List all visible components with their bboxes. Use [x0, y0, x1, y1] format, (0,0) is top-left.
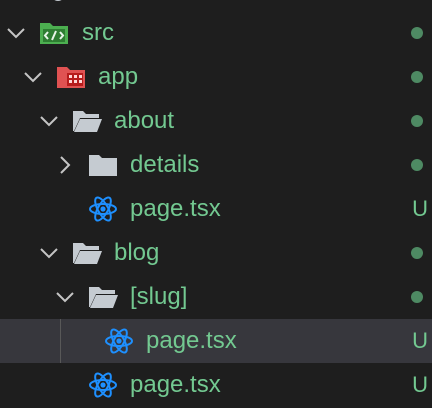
tree-item-about-page-tsx[interactable]: page.tsx U	[0, 187, 432, 231]
react-icon	[89, 372, 117, 398]
tree-item-label: src	[82, 19, 114, 46]
tree-item-src[interactable]: src	[0, 11, 432, 55]
git-status-modified	[400, 143, 432, 187]
tree-item-label: page.tsx	[146, 327, 237, 354]
tree-item-label: app	[98, 63, 139, 90]
tree-item-label: [slug]	[130, 283, 188, 310]
git-status-modified	[400, 11, 432, 55]
tree-item-label: details	[130, 151, 200, 178]
git-dot-icon	[411, 159, 423, 171]
src-folder-icon	[40, 23, 68, 44]
file-explorer-tree: src app about details page.tsx U blog [s…	[0, 0, 432, 408]
git-status-modified	[400, 275, 432, 319]
folder-closed-icon	[89, 155, 117, 176]
chevron-down-icon[interactable]	[37, 241, 61, 265]
git-untracked-badge: U	[412, 328, 428, 353]
tree-item-slug-page-tsx[interactable]: page.tsx U	[0, 319, 432, 363]
folder-open-icon	[73, 111, 102, 132]
tree-item-blog[interactable]: blog	[0, 231, 432, 275]
git-untracked-badge: U	[412, 196, 428, 221]
chevron-down-icon[interactable]	[21, 65, 45, 89]
tree-item-blog-page-tsx[interactable]: page.tsx U	[0, 363, 432, 407]
git-untracked-badge: U	[412, 372, 428, 397]
tree-item-slug[interactable]: [slug]	[0, 275, 432, 319]
git-dot-icon	[411, 291, 423, 303]
tree-item-app[interactable]: app	[0, 55, 432, 99]
tree-item-label: about	[114, 107, 175, 134]
app-folder-icon	[57, 67, 85, 88]
tree-item-label: blog	[114, 239, 160, 266]
git-dot-icon	[411, 115, 423, 127]
react-icon	[89, 196, 117, 222]
git-dot-icon	[411, 71, 423, 83]
git-status-untracked: U	[400, 187, 432, 231]
git-status-modified	[400, 99, 432, 143]
tree-item-about[interactable]: about	[0, 99, 432, 143]
react-icon	[105, 328, 133, 354]
git-dot-icon	[411, 27, 423, 39]
tree-item-label: page.tsx	[130, 371, 221, 398]
chevron-down-icon[interactable]	[53, 285, 77, 309]
folder-open-icon	[89, 287, 118, 308]
partial-item-icon	[54, 0, 62, 1]
tree-item-details[interactable]: details	[0, 143, 432, 187]
chevron-right-icon[interactable]	[53, 153, 77, 177]
git-status-modified	[400, 55, 432, 99]
folder-open-icon	[73, 243, 102, 264]
git-status-untracked: U	[400, 319, 432, 363]
tree-item-label: page.tsx	[130, 195, 221, 222]
git-status-untracked: U	[400, 363, 432, 407]
git-status-modified	[400, 231, 432, 275]
git-dot-icon	[411, 247, 423, 259]
indent-guide	[60, 319, 61, 363]
chevron-down-icon[interactable]	[4, 21, 28, 45]
chevron-down-icon[interactable]	[37, 109, 61, 133]
